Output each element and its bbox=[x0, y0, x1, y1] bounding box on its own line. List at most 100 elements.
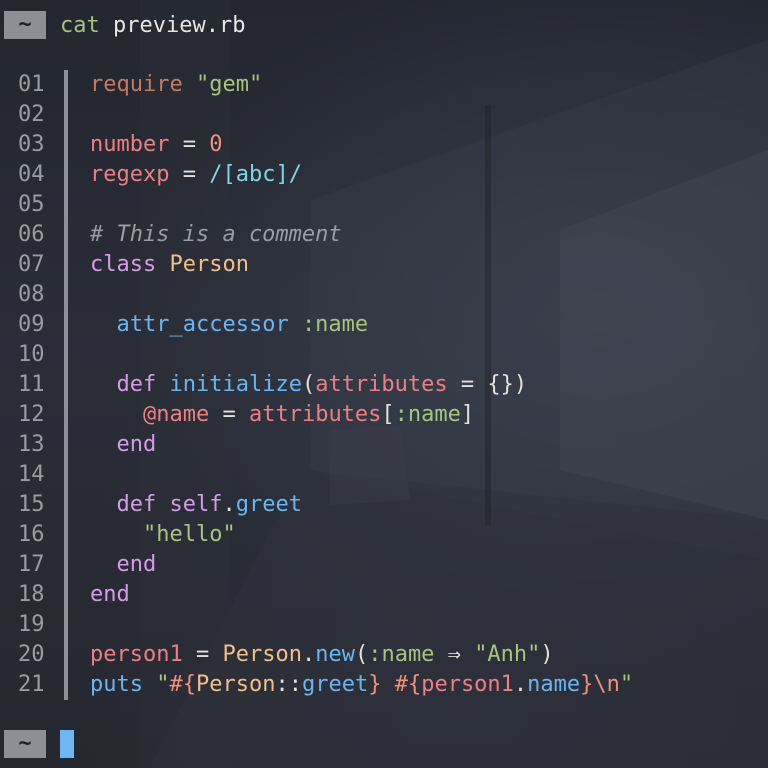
line-number: 09 bbox=[18, 312, 45, 337]
code-token: "hello" bbox=[142, 522, 236, 547]
code-text: regexp = /[abc]/ bbox=[90, 160, 302, 190]
code-token: "gem" bbox=[195, 72, 263, 97]
command-name: cat bbox=[60, 12, 100, 38]
code-token: end bbox=[90, 582, 130, 607]
gutter-bar bbox=[64, 220, 68, 250]
gutter-bar bbox=[64, 340, 68, 370]
line-number: 03 bbox=[18, 132, 45, 157]
code-token: def bbox=[116, 492, 157, 517]
code-token: = bbox=[182, 642, 223, 667]
gutter-bar bbox=[64, 190, 68, 220]
code-token: /[abc]/ bbox=[209, 162, 302, 187]
home-directory-badge: ~ bbox=[4, 11, 46, 39]
code-line: 16 "hello" bbox=[0, 520, 633, 550]
line-number: 15 bbox=[18, 492, 45, 517]
gutter-bar bbox=[64, 100, 68, 130]
code-token: Person bbox=[222, 642, 302, 667]
code-line: 07 class Person bbox=[0, 250, 633, 280]
line-number: 12 bbox=[18, 402, 45, 427]
line-number: 06 bbox=[18, 222, 45, 247]
home-directory-badge: ~ bbox=[4, 730, 46, 758]
input-prompt-line[interactable]: ~ bbox=[0, 729, 74, 759]
line-number: 08 bbox=[18, 282, 45, 307]
code-text: person1 = Person.new(:name ⇒ "Anh") bbox=[90, 640, 554, 670]
code-token: [ bbox=[381, 402, 395, 427]
code-line: 14 bbox=[0, 460, 633, 490]
code-text: end bbox=[90, 550, 157, 580]
code-line: 15 def self.greet bbox=[0, 490, 633, 520]
code-token: ( bbox=[301, 372, 316, 397]
gutter-bar bbox=[64, 280, 68, 310]
gutter-bar bbox=[64, 610, 68, 640]
code-line: 02 bbox=[0, 100, 633, 130]
code-line: 08 bbox=[0, 280, 633, 310]
code-line: 06 # This is a comment bbox=[0, 220, 633, 250]
code-token: \n bbox=[593, 672, 620, 697]
line-number: 02 bbox=[18, 102, 45, 127]
code-text: end bbox=[90, 430, 157, 460]
code-token: " bbox=[619, 672, 634, 697]
code-text: @name = attributes[:name] bbox=[90, 400, 474, 430]
code-token: person1 bbox=[90, 642, 183, 667]
code-token: ( bbox=[354, 642, 369, 667]
code-token: = bbox=[209, 402, 249, 427]
gutter-bar bbox=[64, 550, 68, 580]
code-token: = bbox=[169, 162, 210, 187]
line-number: 16 bbox=[18, 522, 45, 547]
code-token: " bbox=[156, 672, 170, 697]
code-token: new bbox=[315, 642, 355, 667]
prompt-line: ~ cat preview.rb bbox=[0, 10, 245, 40]
code-token: puts bbox=[90, 672, 143, 697]
code-token: number bbox=[90, 132, 170, 157]
text-cursor[interactable] bbox=[60, 730, 74, 758]
code-line: 18 end bbox=[0, 580, 633, 610]
code-token: } bbox=[580, 672, 594, 697]
code-token: } bbox=[368, 672, 382, 697]
code-text: number = 0 bbox=[90, 130, 222, 160]
code-token: . bbox=[513, 672, 528, 697]
gutter-bar bbox=[64, 430, 68, 460]
code-line: 12 @name = attributes[:name] bbox=[0, 400, 633, 430]
code-token: def bbox=[116, 372, 157, 397]
code-line: 05 bbox=[0, 190, 633, 220]
line-number: 13 bbox=[18, 432, 45, 457]
code-line: 03 number = 0 bbox=[0, 130, 633, 160]
code-token: ] bbox=[460, 402, 475, 427]
code-line: 13 end bbox=[0, 430, 633, 460]
gutter-bar bbox=[64, 130, 68, 160]
code-text: attr_accessor :name bbox=[90, 310, 369, 340]
line-number: 21 bbox=[18, 672, 45, 697]
code-token: require bbox=[90, 72, 183, 97]
code-token: attributes bbox=[315, 372, 448, 397]
command-argument: preview.rb bbox=[113, 12, 246, 38]
code-token: Person bbox=[195, 672, 276, 697]
code-text: class Person bbox=[90, 250, 249, 280]
code-text: "hello" bbox=[90, 520, 236, 550]
code-line: 09 attr_accessor :name bbox=[0, 310, 633, 340]
code-token: = bbox=[169, 132, 210, 157]
code-token: initialize bbox=[169, 372, 302, 397]
code-token: @name bbox=[142, 402, 210, 427]
code-token: = {}) bbox=[447, 372, 528, 397]
code-listing: 01 require "gem" 02 03 number = 0 04 regexp = … bbox=[0, 70, 633, 700]
gutter-bar bbox=[64, 70, 68, 100]
line-number: 18 bbox=[18, 582, 45, 607]
code-text: def self.greet bbox=[90, 490, 302, 520]
code-text: end bbox=[90, 580, 130, 610]
code-text: def initialize(attributes = {}) bbox=[90, 370, 528, 400]
line-number: 01 bbox=[18, 72, 45, 97]
code-token: greet bbox=[301, 672, 369, 697]
code-token: . bbox=[222, 492, 236, 517]
line-number: 04 bbox=[18, 162, 45, 187]
code-token: end bbox=[116, 432, 157, 457]
code-token: self bbox=[169, 492, 223, 517]
terminal-window: ~ cat preview.rb 01 require "gem" 02 03 numb… bbox=[0, 0, 768, 768]
